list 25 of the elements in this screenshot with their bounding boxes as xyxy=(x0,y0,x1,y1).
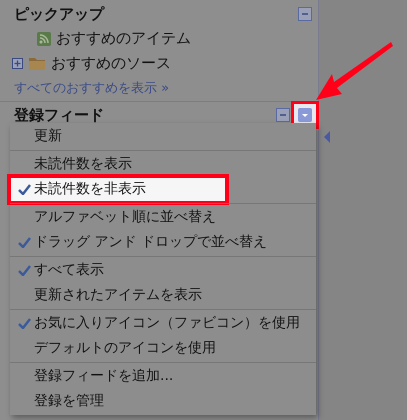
folder-icon xyxy=(28,56,46,71)
collapse-icon[interactable] xyxy=(276,108,290,122)
menu-item[interactable]: 登録を管理 xyxy=(10,389,316,414)
section-title: ピックアップ xyxy=(14,4,104,25)
menu-item[interactable]: 更新されたアイテムを表示 xyxy=(10,283,316,308)
menu-item[interactable]: デフォルトのアイコンを使用 xyxy=(10,336,316,361)
menu-item[interactable]: 更新 xyxy=(10,124,316,149)
check-icon xyxy=(18,318,31,329)
menu-item[interactable]: 登録フィードを追加... xyxy=(10,364,316,389)
collapse-icon[interactable] xyxy=(298,7,312,21)
menu-item[interactable]: ドラッグ アンド ドロップで並べ替え xyxy=(10,230,316,255)
menu-item[interactable]: 未読件数を非表示 xyxy=(10,177,226,202)
sidebar-item[interactable]: おすすめのアイテム xyxy=(56,27,191,50)
menu-item[interactable]: お気に入りアイコン（ファビコン）を使用 xyxy=(10,311,316,336)
expand-icon[interactable] xyxy=(12,58,23,69)
menu-item[interactable]: アルファベット順に並べ替え xyxy=(10,205,316,230)
menu-item[interactable]: 未読件数を表示 xyxy=(10,152,316,177)
feed-icon xyxy=(37,32,51,46)
check-icon xyxy=(18,237,31,248)
section-title: 登録フィード xyxy=(14,104,104,126)
menu-item[interactable]: すべて表示 xyxy=(10,258,316,283)
sidebar-item[interactable]: おすすめのソース xyxy=(51,52,171,75)
check-icon xyxy=(18,265,31,276)
check-icon xyxy=(18,184,31,195)
collapse-arrow-icon[interactable] xyxy=(324,131,330,143)
